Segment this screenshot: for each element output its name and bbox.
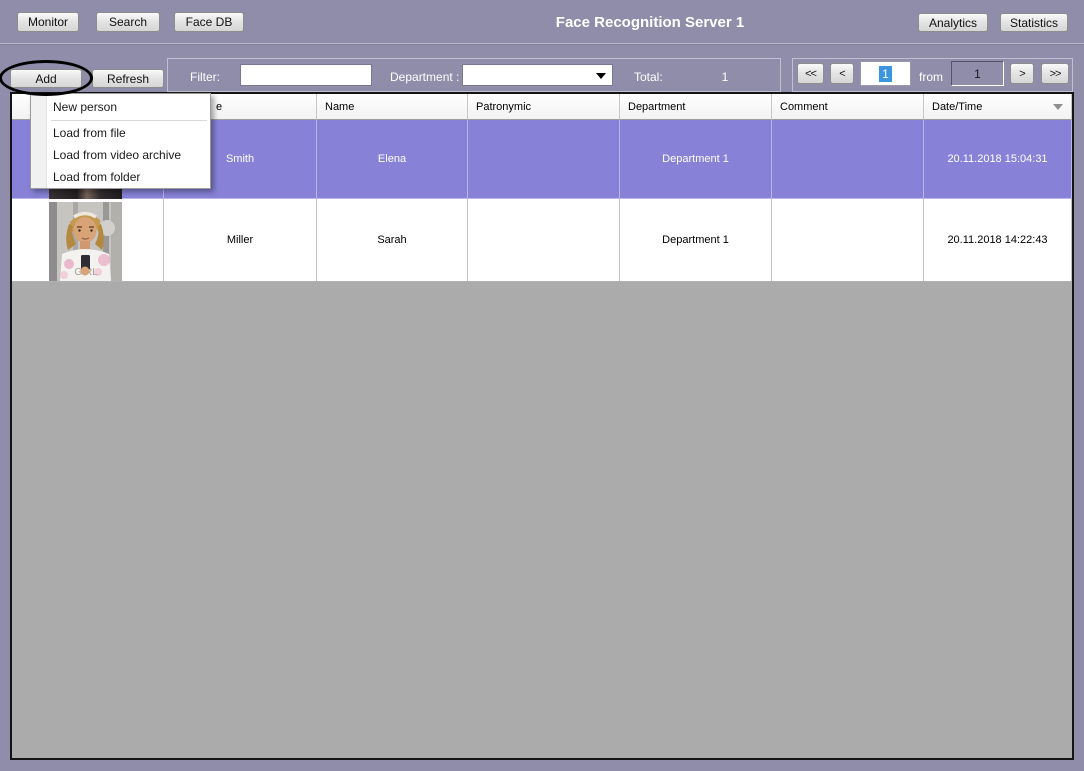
analytics-button[interactable]: Analytics (918, 13, 988, 32)
person-photo: GIRL (49, 202, 122, 281)
previous-page-button[interactable]: < (830, 63, 854, 84)
column-header-datetime[interactable]: Date/Time (924, 94, 1072, 120)
search-button[interactable]: Search (96, 12, 160, 32)
total-pages-field: 1 (951, 61, 1004, 86)
first-page-button[interactable]: << (797, 63, 824, 84)
column-header-comment[interactable]: Comment (772, 94, 924, 120)
table-row[interactable]: GIRL Miller Sarah Department 1 20.11.201… (12, 199, 1072, 282)
photo-cell[interactable]: GIRL (12, 199, 164, 281)
menu-item-load-from-file[interactable]: Load from file (31, 122, 210, 144)
department-select[interactable] (462, 64, 613, 86)
refresh-button[interactable]: Refresh (92, 69, 164, 88)
add-dropdown-menu: New person Load from file Load from vide… (30, 93, 211, 189)
total-value: 1 (721, 70, 729, 84)
menu-item-load-from-video-archive[interactable]: Load from video archive (31, 144, 210, 166)
menu-item-new-person[interactable]: New person (31, 96, 210, 118)
total-label: Total: (634, 70, 663, 84)
datetime-cell[interactable]: 20.11.2018 14:22:43 (924, 199, 1072, 281)
patronymic-cell[interactable] (468, 199, 620, 281)
face-db-button[interactable]: Face DB (174, 12, 244, 32)
chevron-down-icon (596, 73, 606, 79)
comment-cell[interactable] (772, 199, 924, 281)
column-header-patronymic[interactable]: Patronymic (468, 94, 620, 120)
name-cell[interactable]: Sarah (317, 199, 468, 281)
topbar-divider-shadow (0, 44, 1084, 45)
department-cell[interactable]: Department 1 (620, 120, 772, 198)
filter-input[interactable] (240, 64, 372, 86)
face-recognition-server-window: Monitor Search Face DB Face Recognition … (0, 0, 1084, 771)
current-page-input[interactable]: 1 (860, 61, 911, 86)
comment-cell[interactable] (772, 120, 924, 198)
statistics-button[interactable]: Statistics (1000, 13, 1068, 32)
menu-separator (51, 120, 207, 121)
next-page-button[interactable]: > (1010, 63, 1034, 84)
patronymic-cell[interactable] (468, 120, 620, 198)
monitor-button[interactable]: Monitor (17, 12, 79, 32)
surname-cell[interactable]: Miller (164, 199, 317, 281)
name-cell[interactable]: Elena (317, 120, 468, 198)
add-button[interactable]: Add (10, 69, 82, 88)
column-header-department[interactable]: Department (620, 94, 772, 120)
department-cell[interactable]: Department 1 (620, 199, 772, 281)
sort-descending-icon[interactable] (1053, 104, 1063, 110)
column-header-name[interactable]: Name (317, 94, 468, 120)
persons-table: e Name Patronymic Department Comment Dat… (10, 92, 1074, 760)
filter-label: Filter: (190, 70, 220, 84)
datetime-cell[interactable]: 20.11.2018 15:04:31 (924, 120, 1072, 198)
from-label: from (919, 70, 943, 84)
menu-item-load-from-folder[interactable]: Load from folder (31, 166, 210, 188)
column-header-datetime-label: Date/Time (932, 100, 983, 113)
last-page-button[interactable]: >> (1041, 63, 1069, 84)
page-title: Face Recognition Server 1 (555, 14, 745, 31)
current-page-selected-text: 1 (879, 65, 892, 82)
department-label: Department : (390, 70, 460, 84)
